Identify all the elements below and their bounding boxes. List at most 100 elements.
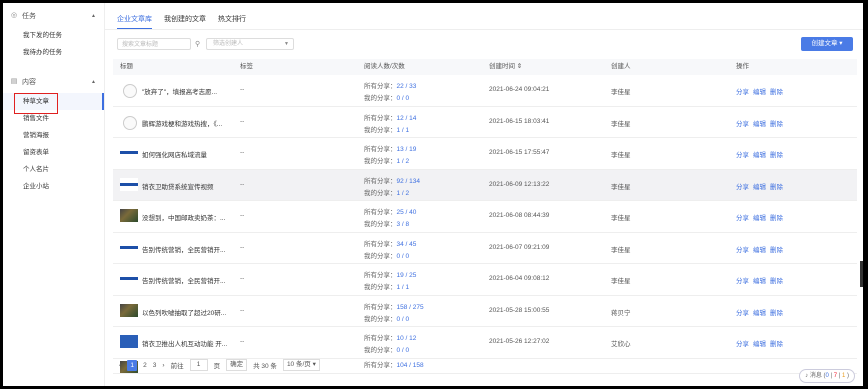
creator-name: 蒋贝宁 [611, 309, 631, 317]
article-tag: -- [240, 338, 245, 345]
header-tag: 标签 [240, 63, 253, 70]
search-input[interactable]: 搜索文章标题 [117, 38, 191, 50]
edit-button[interactable]: 编辑 [753, 212, 766, 222]
delete-button[interactable]: 删除 [770, 181, 783, 191]
edit-button[interactable]: 编辑 [753, 307, 766, 317]
edit-button[interactable]: 编辑 [753, 275, 766, 285]
edit-button[interactable]: 编辑 [753, 338, 766, 348]
share-button[interactable]: 分享 [736, 212, 749, 222]
stat-my-shares: 我的分享：0 / 0 [364, 313, 409, 323]
delete-button[interactable]: 删除 [770, 244, 783, 254]
stat-my-shares: 我的分享：1 / 1 [364, 281, 409, 291]
edit-button[interactable]: 编辑 [753, 86, 766, 96]
stat-label: 所有分享： [364, 177, 397, 185]
article-title[interactable]: 如何强化网店私域流量 [142, 149, 207, 159]
stat-value: 13 / 19 [396, 146, 417, 153]
bell-icon: ♪ [805, 373, 809, 379]
highlight-box [14, 93, 58, 114]
table-row[interactable]: 如何强化网店私域流量 -- 所有分享：13 / 19 我的分享：1 / 2 2021-0… [113, 138, 857, 170]
stat-all-shares: 所有分享：10 / 12 [364, 332, 416, 342]
stat-label: 我的分享： [364, 158, 397, 165]
creator-filter-select[interactable]: 筛选创建人 ▼ [206, 38, 294, 50]
sidebar-item-content[interactable]: 营销海报 [3, 127, 104, 144]
stat-value: 0 / 0 [396, 95, 410, 102]
article-title[interactable]: 没想到，中国邮政卖奶茶：... [142, 212, 225, 222]
message-badge[interactable]: ♪ 消息 (0 | 7 | 1 ) [799, 369, 855, 383]
delete-button[interactable]: 删除 [770, 86, 783, 96]
next-page-button[interactable]: › [162, 362, 164, 369]
share-button[interactable]: 分享 [736, 86, 749, 96]
article-title[interactable]: 鹏辉游戏梗和游戏热搜，《... [142, 118, 222, 128]
sidebar-group-content[interactable]: ▤ 内容 ▲ [3, 71, 104, 93]
delete-button[interactable]: 删除 [770, 275, 783, 285]
table-row[interactable]: 告别传统营销，全民营销开... -- 所有分享：19 / 25 我的分享：1 / 1 2… [113, 264, 857, 296]
delete-button[interactable]: 删除 [770, 118, 783, 128]
article-title[interactable]: 告别传统营销，全民营销开... [142, 275, 225, 285]
article-title[interactable]: "放弃了"，填报高考志愿... [142, 86, 217, 96]
creator-name: 李佳星 [611, 246, 631, 254]
stat-all-shares: 所有分享：22 / 33 [364, 80, 416, 90]
edit-button[interactable]: 编辑 [753, 244, 766, 254]
article-title[interactable]: 销衣卫推出人机互动功能 开... [142, 338, 227, 348]
table-row[interactable]: 销衣卫推出人机互动功能 开... -- 所有分享：10 / 12 我的分享：0 / 0… [113, 327, 857, 359]
sidebar-item-content[interactable]: 企业小站 [3, 178, 104, 195]
creator-name: 李佳星 [611, 152, 631, 159]
delete-button[interactable]: 删除 [770, 212, 783, 222]
header-created-time[interactable]: 创建时间 ⇕ [489, 59, 522, 75]
page-size-select[interactable]: 10 条/页 ▾ [282, 359, 320, 371]
edit-button[interactable]: 编辑 [753, 118, 766, 128]
page-2[interactable]: 2 [143, 362, 147, 369]
created-time: 2021-06-24 09:04:21 [489, 86, 550, 93]
share-button[interactable]: 分享 [736, 338, 749, 348]
article-title[interactable]: 以色列吹嘘抽取了超过20研... [142, 307, 226, 317]
goto-page-input[interactable]: 1 [189, 359, 208, 371]
delete-button[interactable]: 删除 [770, 149, 783, 159]
share-button[interactable]: 分享 [736, 275, 749, 285]
table-row[interactable]: 以色列吹嘘抽取了超过20研... -- 所有分享：158 / 275 我的分享：0 /… [113, 296, 857, 327]
table-row[interactable]: "放弃了"，填报高考志愿... -- 所有分享：22 / 33 我的分享：0 / 0 2… [113, 75, 857, 107]
article-title[interactable]: 销衣卫助贷系统宣传视频 [142, 181, 214, 191]
share-button[interactable]: 分享 [736, 307, 749, 317]
tab-hot-ranking[interactable]: 热文排行 [218, 11, 246, 28]
create-article-button[interactable]: 创建文章 ▾ [801, 37, 853, 51]
stat-value: 0 / 0 [396, 315, 410, 323]
share-button[interactable]: 分享 [736, 181, 749, 191]
article-tag: -- [240, 212, 245, 219]
stat-label: 所有分享： [364, 209, 397, 216]
scrollbar[interactable] [860, 261, 863, 287]
page-1[interactable]: 1 [127, 359, 138, 371]
confirm-button[interactable]: 确定 [226, 359, 248, 371]
edit-button[interactable]: 编辑 [753, 181, 766, 191]
page-3[interactable]: 3 [153, 362, 157, 369]
stat-my-shares: 我的分享：1 / 1 [364, 124, 409, 134]
sidebar-item-task[interactable]: 我下发的任务 [3, 27, 104, 44]
tab-my-articles[interactable]: 我创建的文章 [164, 11, 206, 28]
sidebar-group-label: 内容 [22, 79, 36, 86]
delete-button[interactable]: 删除 [770, 338, 783, 348]
prev-page-button[interactable]: ‹ [119, 362, 121, 369]
sidebar-item-content[interactable]: 留资表单 [3, 144, 104, 161]
table-row[interactable]: 销衣卫助贷系统宣传视频 -- 所有分享：92 / 134 我的分享：1 / 2 2021… [113, 169, 857, 201]
sidebar-item-content[interactable]: 个人名片 [3, 161, 104, 178]
table-row[interactable]: 鹏辉游戏梗和游戏热搜，《... -- 所有分享：12 / 14 我的分享：1 / 1 2… [113, 107, 857, 138]
search-icon[interactable]: ⚲ [195, 40, 200, 48]
delete-button[interactable]: 删除 [770, 307, 783, 317]
share-button[interactable]: 分享 [736, 244, 749, 254]
creator-name: 李佳星 [611, 120, 631, 128]
tab-enterprise-library[interactable]: 企业文章库 [117, 11, 152, 29]
table-row[interactable]: 没想到，中国邮政卖奶茶：... -- 所有分享：25 / 40 我的分享：3 / 8 2… [113, 201, 857, 233]
share-button[interactable]: 分享 [736, 149, 749, 159]
table-row[interactable]: 告别传统营销，全民营销开... -- 所有分享：34 / 45 我的分享：0 / 0 2… [113, 233, 857, 264]
tab-divider [105, 29, 863, 30]
stat-my-shares: 我的分享：0 / 0 [364, 92, 409, 102]
share-button[interactable]: 分享 [736, 118, 749, 128]
article-title[interactable]: 告别传统营销，全民营销开... [142, 244, 225, 254]
sidebar-item-task[interactable]: 我待办的任务 [3, 44, 104, 61]
stat-label: 所有分享： [364, 335, 397, 342]
sidebar-group-task[interactable]: ◎ 任务 ▲ [3, 5, 104, 27]
stat-label: 所有分享： [364, 272, 397, 279]
stat-all-shares: 所有分享：12 / 14 [364, 112, 416, 122]
edit-button[interactable]: 编辑 [753, 149, 766, 159]
message-end: ) [845, 373, 849, 379]
header-actions: 操作 [736, 63, 749, 70]
